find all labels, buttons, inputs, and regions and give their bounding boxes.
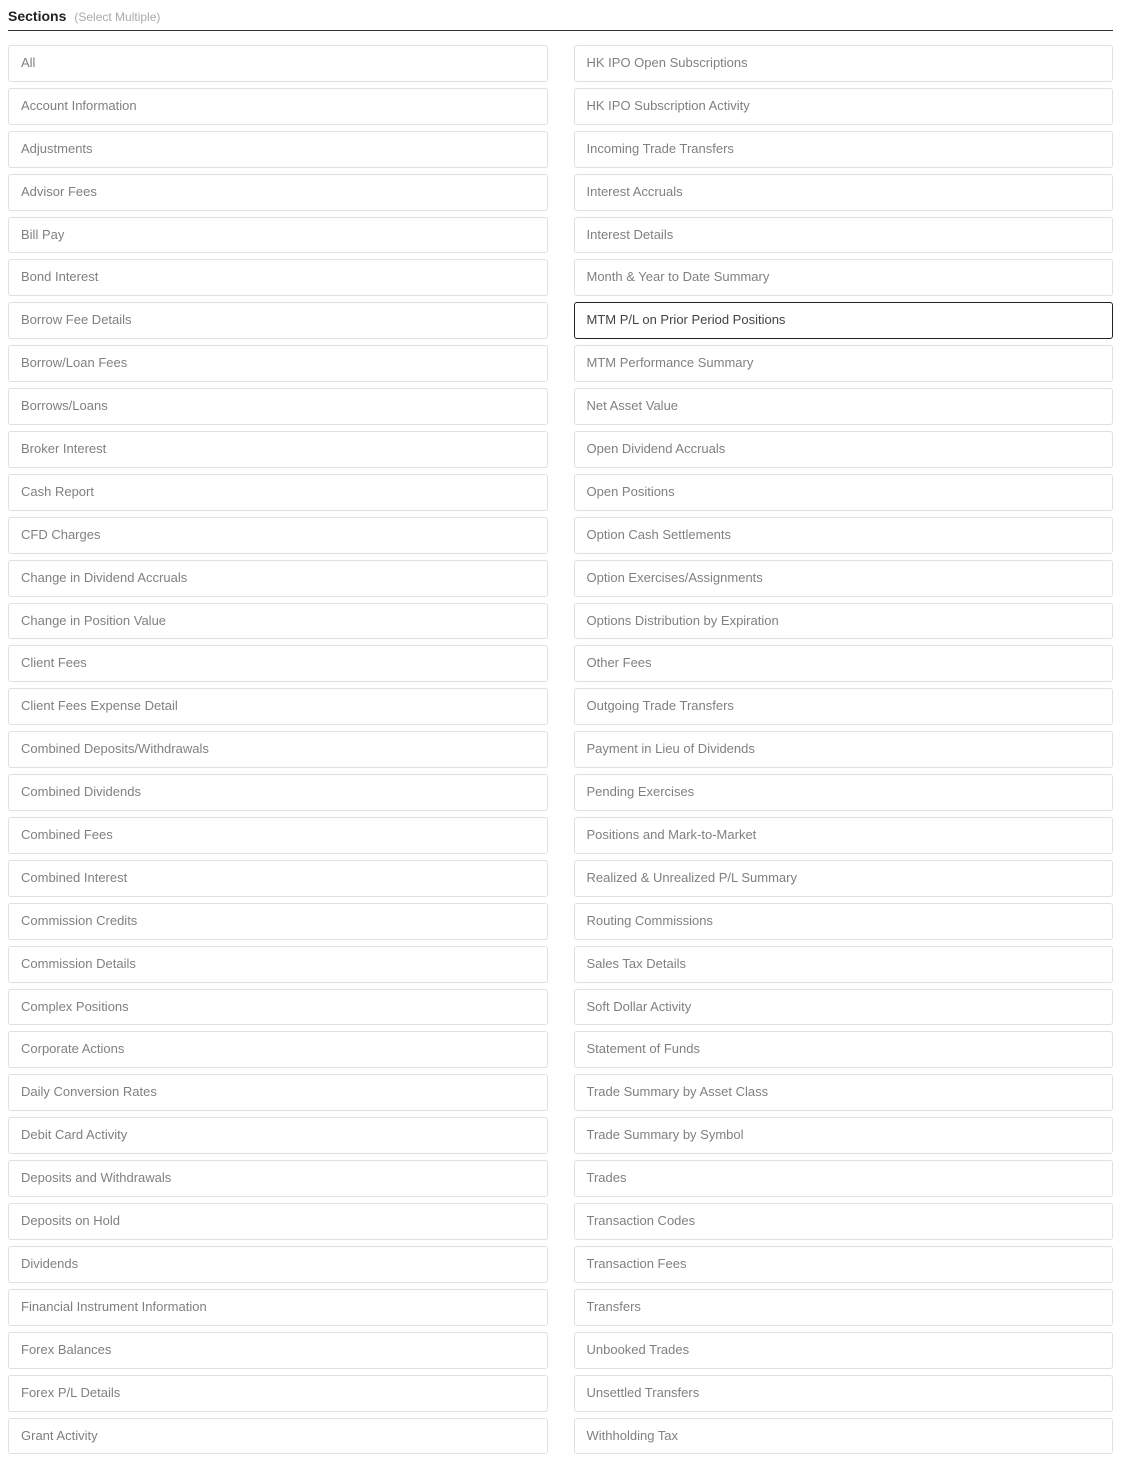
section-option-unbooked-trades[interactable]: Unbooked Trades (574, 1332, 1114, 1369)
section-option-corporate-actions[interactable]: Corporate Actions (8, 1031, 548, 1068)
section-option-forex-balances[interactable]: Forex Balances (8, 1332, 548, 1369)
section-option-commission-credits[interactable]: Commission Credits (8, 903, 548, 940)
section-option-advisor-fees[interactable]: Advisor Fees (8, 174, 548, 211)
section-option-incoming-trade-transfers[interactable]: Incoming Trade Transfers (574, 131, 1114, 168)
section-option-borrow-loan-fees[interactable]: Borrow/Loan Fees (8, 345, 548, 382)
section-option-withholding-tax[interactable]: Withholding Tax (574, 1418, 1114, 1455)
sections-column-right: HK IPO Open Subscriptions HK IPO Subscrip… (574, 45, 1114, 1454)
sections-header: Sections (Select Multiple) (8, 8, 1113, 31)
section-option-combined-interest[interactable]: Combined Interest (8, 860, 548, 897)
section-option-daily-conversion-rates[interactable]: Daily Conversion Rates (8, 1074, 548, 1111)
section-option-cfd-charges[interactable]: CFD Charges (8, 517, 548, 554)
section-option-broker-interest[interactable]: Broker Interest (8, 431, 548, 468)
section-option-positions-and-mark-to-market[interactable]: Positions and Mark-to-Market (574, 817, 1114, 854)
section-option-change-in-position-value[interactable]: Change in Position Value (8, 603, 548, 640)
section-option-all[interactable]: All (8, 45, 548, 82)
section-option-hk-ipo-subscription-activity[interactable]: HK IPO Subscription Activity (574, 88, 1114, 125)
section-option-forex-p-l-details[interactable]: Forex P/L Details (8, 1375, 548, 1412)
section-option-other-fees[interactable]: Other Fees (574, 645, 1114, 682)
section-option-month-year-to-date-summary[interactable]: Month & Year to Date Summary (574, 259, 1114, 296)
section-option-commission-details[interactable]: Commission Details (8, 946, 548, 983)
section-option-client-fees[interactable]: Client Fees (8, 645, 548, 682)
section-option-bill-pay[interactable]: Bill Pay (8, 217, 548, 254)
section-option-transaction-fees[interactable]: Transaction Fees (574, 1246, 1114, 1283)
sections-hint: (Select Multiple) (74, 10, 160, 24)
section-option-outgoing-trade-transfers[interactable]: Outgoing Trade Transfers (574, 688, 1114, 725)
section-option-change-in-dividend-accruals[interactable]: Change in Dividend Accruals (8, 560, 548, 597)
section-option-net-asset-value[interactable]: Net Asset Value (574, 388, 1114, 425)
section-option-open-dividend-accruals[interactable]: Open Dividend Accruals (574, 431, 1114, 468)
section-option-trade-summary-by-symbol[interactable]: Trade Summary by Symbol (574, 1117, 1114, 1154)
section-option-complex-positions[interactable]: Complex Positions (8, 989, 548, 1026)
section-option-interest-accruals[interactable]: Interest Accruals (574, 174, 1114, 211)
section-option-option-cash-settlements[interactable]: Option Cash Settlements (574, 517, 1114, 554)
section-option-debit-card-activity[interactable]: Debit Card Activity (8, 1117, 548, 1154)
section-option-adjustments[interactable]: Adjustments (8, 131, 548, 168)
section-option-trades[interactable]: Trades (574, 1160, 1114, 1197)
section-option-statement-of-funds[interactable]: Statement of Funds (574, 1031, 1114, 1068)
section-option-borrows-loans[interactable]: Borrows/Loans (8, 388, 548, 425)
section-option-hk-ipo-open-subscriptions[interactable]: HK IPO Open Subscriptions (574, 45, 1114, 82)
section-option-option-exercises-assignments[interactable]: Option Exercises/Assignments (574, 560, 1114, 597)
section-option-deposits-and-withdrawals[interactable]: Deposits and Withdrawals (8, 1160, 548, 1197)
section-option-transaction-codes[interactable]: Transaction Codes (574, 1203, 1114, 1240)
section-option-combined-fees[interactable]: Combined Fees (8, 817, 548, 854)
section-option-grant-activity[interactable]: Grant Activity (8, 1418, 548, 1455)
section-option-account-information[interactable]: Account Information (8, 88, 548, 125)
section-option-interest-details[interactable]: Interest Details (574, 217, 1114, 254)
section-option-combined-deposits-withdrawals[interactable]: Combined Deposits/Withdrawals (8, 731, 548, 768)
sections-column-left: All Account Information Adjustments Advisor… (8, 45, 548, 1454)
section-option-cash-report[interactable]: Cash Report (8, 474, 548, 511)
section-option-open-positions[interactable]: Open Positions (574, 474, 1114, 511)
section-option-soft-dollar-activity[interactable]: Soft Dollar Activity (574, 989, 1114, 1026)
section-option-unsettled-transfers[interactable]: Unsettled Transfers (574, 1375, 1114, 1412)
section-option-dividends[interactable]: Dividends (8, 1246, 548, 1283)
section-option-bond-interest[interactable]: Bond Interest (8, 259, 548, 296)
sections-title: Sections (8, 8, 66, 24)
section-option-transfers[interactable]: Transfers (574, 1289, 1114, 1326)
section-option-combined-dividends[interactable]: Combined Dividends (8, 774, 548, 811)
section-option-deposits-on-hold[interactable]: Deposits on Hold (8, 1203, 548, 1240)
section-option-client-fees-expense-detail[interactable]: Client Fees Expense Detail (8, 688, 548, 725)
section-option-mtm-p-l-on-prior-period-positions[interactable]: MTM P/L on Prior Period Positions (574, 302, 1114, 339)
section-option-options-distribution-by-expiration[interactable]: Options Distribution by Expiration (574, 603, 1114, 640)
section-option-pending-exercises[interactable]: Pending Exercises (574, 774, 1114, 811)
section-option-trade-summary-by-asset-class[interactable]: Trade Summary by Asset Class (574, 1074, 1114, 1111)
section-option-realized-unrealized-p-l-summary[interactable]: Realized & Unrealized P/L Summary (574, 860, 1114, 897)
section-option-borrow-fee-details[interactable]: Borrow Fee Details (8, 302, 548, 339)
section-option-payment-in-lieu-of-dividends[interactable]: Payment in Lieu of Dividends (574, 731, 1114, 768)
section-option-sales-tax-details[interactable]: Sales Tax Details (574, 946, 1114, 983)
section-option-routing-commissions[interactable]: Routing Commissions (574, 903, 1114, 940)
sections-columns: All Account Information Adjustments Advisor… (8, 45, 1113, 1454)
section-option-mtm-performance-summary[interactable]: MTM Performance Summary (574, 345, 1114, 382)
section-option-financial-instrument-information[interactable]: Financial Instrument Information (8, 1289, 548, 1326)
